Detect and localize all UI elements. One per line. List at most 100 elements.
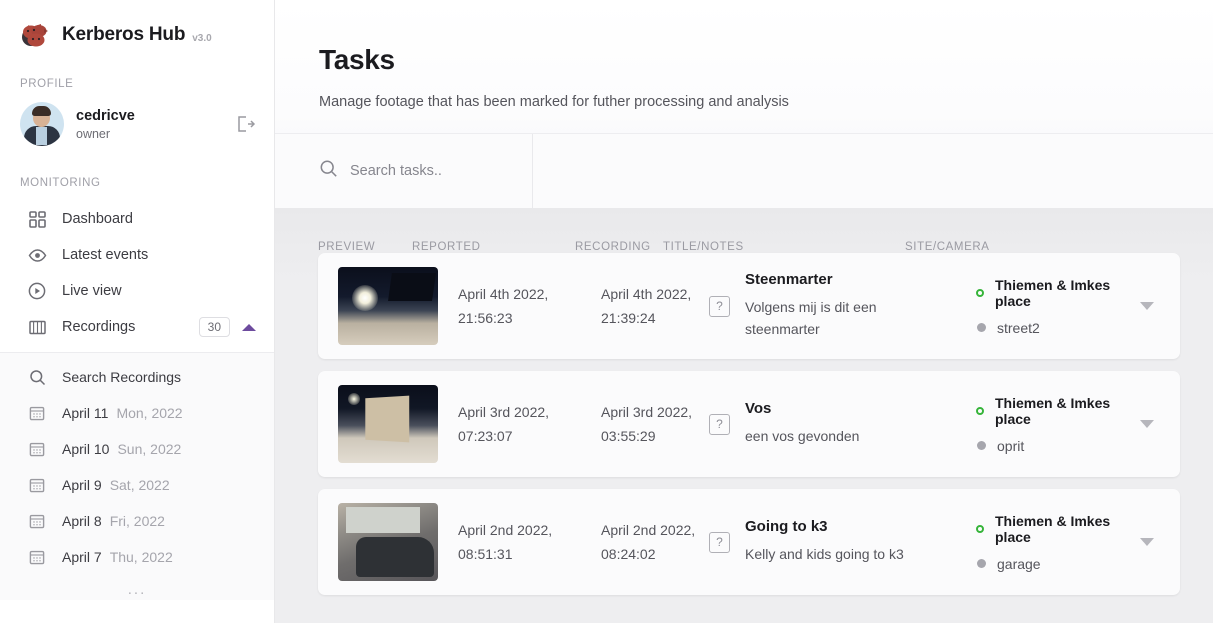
profile-row[interactable]: cedricve owner [0, 90, 274, 146]
reported-date: April 2nd 2022, [458, 518, 601, 542]
camera-line: oprit [976, 438, 1140, 454]
kerberos-dog-logo-icon [20, 20, 50, 50]
chevron-down-icon[interactable] [1140, 302, 1154, 310]
reported-time: 21:56:23 [458, 306, 601, 330]
column-header-recording: RECORDING [575, 241, 663, 253]
brand-version: v3.0 [192, 26, 211, 44]
reported-cell: April 2nd 2022, 08:51:31 [438, 518, 601, 566]
profile-texts: cedricve owner [76, 108, 234, 141]
sidebar-date-item[interactable]: April 7 Thu, 2022 [0, 539, 274, 575]
section-label-profile: PROFILE [0, 78, 274, 90]
site-name: Thiemen & Imkes place [995, 395, 1140, 427]
reported-date: April 4th 2022, [458, 282, 601, 306]
section-label-monitoring: MONITORING [0, 177, 274, 189]
sidebar-date-item[interactable]: April 10 Sun, 2022 [0, 431, 274, 467]
status-dot-online [976, 525, 984, 533]
recording-date: April 3rd 2022, [601, 400, 709, 424]
app-root: Kerberos Hub v3.0 PROFILE cedricve owner… [0, 0, 1213, 623]
sidebar-item-label: Live view [62, 283, 256, 299]
status-dot-camera [977, 441, 986, 450]
recordings-subpanel: Search Recordings April 11 Mon, 2022 [0, 352, 274, 600]
recording-time: 03:55:29 [601, 424, 709, 448]
preview-thumbnail[interactable] [338, 267, 438, 345]
profile-role: owner [76, 127, 234, 141]
sidebar-more-dates[interactable]: ... [0, 575, 274, 598]
title-notes-cell: Steenmarter Volgens mij is dit een steen… [730, 271, 952, 340]
site-line: Thiemen & Imkes place [976, 395, 1140, 427]
sidebar-item-recordings[interactable]: Recordings 30 [0, 309, 274, 345]
column-header-site-camera: SITE/CAMERA [905, 241, 1105, 253]
sidebar-item-label: Recordings [62, 319, 199, 335]
recording-time: 08:24:02 [601, 542, 709, 566]
table-column-headers: PREVIEW REPORTED RECORDING TITLE/NOTES S… [275, 208, 1213, 253]
sidebar-date-meta: Sun, 2022 [117, 441, 181, 457]
camera-name: oprit [997, 438, 1024, 454]
reported-date: April 3rd 2022, [458, 400, 601, 424]
site-line: Thiemen & Imkes place [976, 513, 1140, 545]
recording-date: April 4th 2022, [601, 282, 709, 306]
calendar-icon [26, 405, 48, 421]
nav-list: Dashboard Latest events Live view [0, 201, 274, 600]
recording-date: April 2nd 2022, [601, 518, 709, 542]
sidebar-date-meta: Sat, 2022 [110, 477, 170, 493]
title-notes-cell: Going to k3 Kelly and kids going to k3 [730, 518, 952, 566]
eye-icon [26, 246, 48, 265]
tasks-table: PREVIEW REPORTED RECORDING TITLE/NOTES S… [275, 208, 1213, 623]
sidebar-item-latest-events[interactable]: Latest events [0, 237, 274, 273]
recording-cell: April 4th 2022, 21:39:24 [601, 282, 709, 330]
question-badge-icon[interactable]: ? [709, 532, 730, 553]
sidebar-date-item[interactable]: April 11 Mon, 2022 [0, 395, 274, 431]
calendar-icon [26, 477, 48, 493]
search-bar [275, 133, 1213, 208]
chevron-up-icon[interactable] [242, 324, 256, 331]
reported-time: 07:23:07 [458, 424, 601, 448]
sidebar-date-item[interactable]: April 9 Sat, 2022 [0, 467, 274, 503]
chevron-down-icon[interactable] [1140, 420, 1154, 428]
chevron-down-icon[interactable] [1140, 538, 1154, 546]
reported-cell: April 4th 2022, 21:56:23 [438, 282, 601, 330]
task-title: Vos [745, 400, 952, 417]
table-row[interactable]: April 3rd 2022, 07:23:07 April 3rd 2022,… [318, 371, 1180, 477]
profile-username: cedricve [76, 108, 234, 124]
task-notes: Volgens mij is dit een steenmarter [745, 297, 952, 340]
calendar-icon [26, 441, 48, 457]
question-badge-icon[interactable]: ? [709, 414, 730, 435]
sidebar-date-day: April 11 [62, 405, 108, 421]
status-dot-online [976, 289, 984, 297]
sidebar-item-dashboard[interactable]: Dashboard [0, 201, 274, 237]
column-header-title-notes: TITLE/NOTES [663, 241, 905, 253]
camera-name: garage [997, 556, 1041, 572]
sidebar: Kerberos Hub v3.0 PROFILE cedricve owner… [0, 0, 275, 623]
sidebar-item-search-recordings[interactable]: Search Recordings [0, 359, 274, 395]
camera-name: street2 [997, 320, 1040, 336]
site-name: Thiemen & Imkes place [995, 513, 1140, 545]
sidebar-date-item[interactable]: April 8 Fri, 2022 [0, 503, 274, 539]
recordings-count-badge: 30 [199, 317, 230, 337]
page-header: Tasks Manage footage that has been marke… [275, 0, 1213, 208]
sidebar-date-day: April 9 [62, 477, 102, 493]
task-notes: een vos gevonden [745, 426, 952, 448]
preview-thumbnail[interactable] [338, 385, 438, 463]
logout-icon[interactable] [234, 113, 256, 135]
sidebar-date-day: April 10 [62, 441, 109, 457]
table-row[interactable]: April 4th 2022, 21:56:23 April 4th 2022,… [318, 253, 1180, 359]
site-name: Thiemen & Imkes place [995, 277, 1140, 309]
film-strip-icon [26, 319, 48, 336]
avatar [20, 102, 64, 146]
sidebar-item-label: Dashboard [62, 211, 256, 227]
sidebar-date-meta: Thu, 2022 [110, 549, 173, 565]
search-input[interactable] [350, 163, 520, 179]
column-header-reported: REPORTED [412, 241, 575, 253]
status-dot-camera [977, 323, 986, 332]
table-row[interactable]: April 2nd 2022, 08:51:31 April 2nd 2022,… [318, 489, 1180, 595]
search-cell[interactable] [275, 134, 533, 209]
task-title: Going to k3 [745, 518, 952, 535]
recording-cell: April 2nd 2022, 08:24:02 [601, 518, 709, 566]
camera-line: garage [976, 556, 1140, 572]
question-badge-icon[interactable]: ? [709, 296, 730, 317]
site-camera-cell: Thiemen & Imkes place garage [952, 513, 1140, 572]
sidebar-item-live-view[interactable]: Live view [0, 273, 274, 309]
calendar-icon [26, 549, 48, 565]
status-dot-online [976, 407, 984, 415]
preview-thumbnail[interactable] [338, 503, 438, 581]
